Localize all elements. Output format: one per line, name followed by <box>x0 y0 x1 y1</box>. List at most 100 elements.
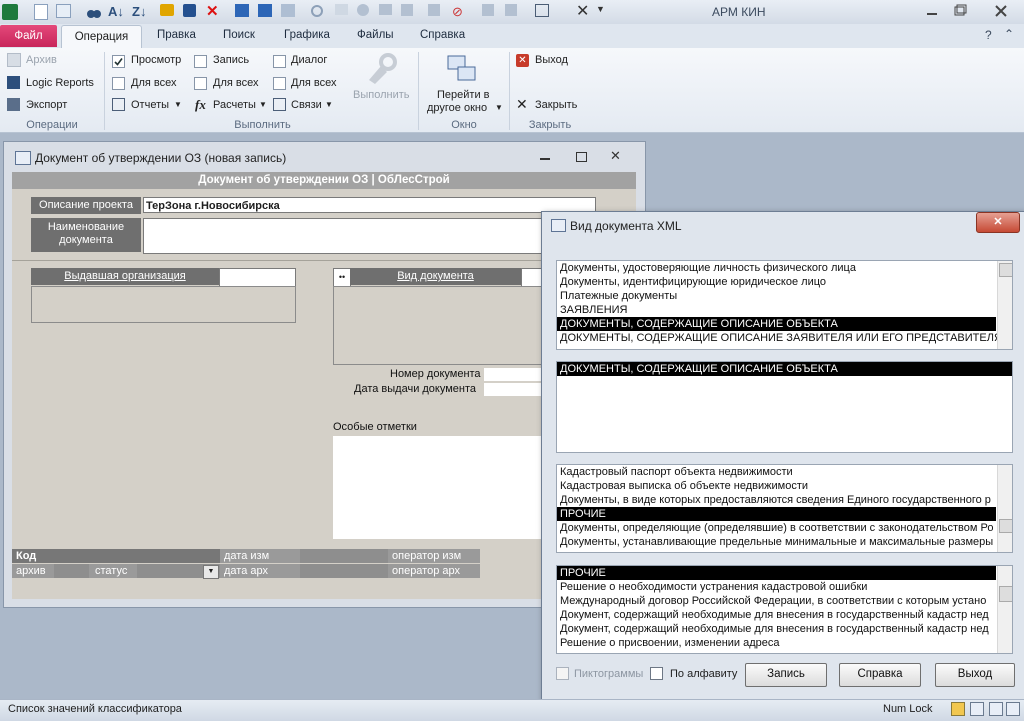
subtype-list-scrollbar[interactable] <box>997 566 1012 653</box>
datasheet-view-icon[interactable] <box>970 702 984 716</box>
list-item[interactable]: ДОКУМЕНТЫ, СОДЕРЖАЩИЕ ОПИСАНИЕ ОБЪЕКТА <box>557 362 1012 376</box>
tab-operation[interactable]: Операция <box>61 25 142 49</box>
list-item[interactable]: Решение о необходимости устранения кадас… <box>557 580 996 594</box>
tab-graphics[interactable]: Графика <box>284 29 330 41</box>
restore-button[interactable] <box>946 2 974 20</box>
xml-icon[interactable] <box>335 4 348 15</box>
save-icon[interactable] <box>183 4 196 17</box>
list-item[interactable]: Документ, содержащий необходимые для вне… <box>557 622 996 636</box>
doc-type-list-scrollbar[interactable] <box>997 465 1012 552</box>
issuer-label[interactable]: Выдавшая организация <box>31 268 219 285</box>
help-circle-icon[interactable]: ? <box>985 28 992 42</box>
delete-icon[interactable]: ✕ <box>206 4 222 20</box>
upload-icon[interactable] <box>258 4 272 17</box>
all-checkbox-2[interactable] <box>194 77 207 90</box>
settings-icon[interactable] <box>482 4 494 16</box>
save-button[interactable]: Запись <box>745 663 827 687</box>
design-view-icon[interactable] <box>1006 702 1020 716</box>
list-item[interactable]: Документы, устанавливающие предельные ми… <box>557 535 996 549</box>
list-item[interactable]: Документы, определяющие (определявшие) в… <box>557 521 996 535</box>
folder-icon[interactable] <box>160 4 174 16</box>
doc-type-label[interactable]: Вид документа <box>350 268 521 285</box>
doc-number-field[interactable] <box>484 368 543 381</box>
go-icon[interactable] <box>235 4 249 17</box>
no-icon[interactable]: ⊘ <box>452 4 468 20</box>
logic-reports-button[interactable]: Logic Reports <box>26 77 94 89</box>
archive-button[interactable]: Архив <box>26 54 57 66</box>
pictograms-checkbox[interactable] <box>556 667 569 680</box>
goto-window-button[interactable]: другое окно <box>427 102 487 114</box>
tools-icon[interactable] <box>428 4 440 16</box>
tab-search[interactable]: Поиск <box>223 29 255 41</box>
list-item[interactable]: Документы, в виде которых предоставляютс… <box>557 493 996 507</box>
list-item[interactable]: ДОКУМЕНТЫ, СОДЕРЖАЩИЕ ОПИСАНИЕ ОБЪЕКТА <box>557 317 996 331</box>
issuer-field[interactable] <box>31 286 296 323</box>
export-button[interactable]: Экспорт <box>26 99 67 111</box>
new-doc-icon[interactable] <box>34 4 48 20</box>
database-icon[interactable] <box>505 4 517 16</box>
minimize-button[interactable] <box>918 2 946 20</box>
execute-button[interactable]: Выполнить <box>353 89 409 101</box>
doc-minimize-icon[interactable] <box>540 158 550 160</box>
list-item[interactable]: Платежные документы <box>557 289 996 303</box>
camera-icon[interactable] <box>379 4 392 15</box>
list-item[interactable]: Кадастровый паспорт объекта недвижимости <box>557 465 996 479</box>
doc-name-field[interactable] <box>143 218 545 254</box>
window-icon[interactable] <box>535 4 549 17</box>
record-checkbox[interactable] <box>194 55 207 68</box>
alphabet-checkbox[interactable] <box>650 667 663 680</box>
layers-icon[interactable] <box>401 4 413 16</box>
all-checkbox-1[interactable] <box>112 77 125 90</box>
doc-type-lookup-icon[interactable]: •• <box>333 268 351 287</box>
globe-icon[interactable] <box>357 4 369 16</box>
doc-type-list[interactable]: Кадастровый паспорт объекта недвижимости… <box>556 464 1013 553</box>
chevron-down-icon[interactable]: ▼ <box>596 4 612 20</box>
list-item[interactable]: Решение о присвоении, изменении адреса <box>557 636 996 650</box>
project-field[interactable]: ТерЗона г.Новосибирска <box>143 197 596 213</box>
date-archived-field[interactable] <box>300 564 388 578</box>
goto-window-line1[interactable]: Перейти в <box>437 89 490 101</box>
xml-dialog-close-button[interactable]: ✕ <box>976 212 1020 233</box>
list-item[interactable]: Документы, идентифицирующие юридическое … <box>557 275 996 289</box>
list-item[interactable]: Документ, содержащий необходимые для вне… <box>557 608 996 622</box>
close-x-icon[interactable]: ✕ <box>576 4 592 20</box>
list-item[interactable]: ДОКУМЕНТЫ, СОДЕРЖАЩИЕ ОПИСАНИЕ ЗАЯВИТЕЛЯ… <box>557 331 1002 345</box>
reports-dropdown[interactable]: Отчеты <box>131 99 169 111</box>
date-changed-field[interactable] <box>300 549 388 563</box>
table-icon[interactable] <box>56 4 71 18</box>
links-dropdown[interactable]: Связи <box>291 99 322 111</box>
selected-category-list[interactable]: ДОКУМЕНТЫ, СОДЕРЖАЩИЕ ОПИСАНИЕ ОБЪЕКТА <box>556 361 1013 453</box>
doc-type-field[interactable] <box>333 286 545 365</box>
doc-restore-icon[interactable] <box>576 152 587 162</box>
calculations-dropdown[interactable]: Расчеты <box>213 99 256 111</box>
status-dropdown-icon[interactable]: ▼ <box>203 565 219 579</box>
list-item[interactable]: ЗАЯВЛЕНИЯ <box>557 303 996 317</box>
download-icon[interactable] <box>281 4 295 17</box>
category-list-scrollbar[interactable] <box>997 261 1012 349</box>
issue-date-field[interactable] <box>484 383 543 396</box>
layout-view-icon[interactable] <box>989 702 1003 716</box>
binoculars-icon[interactable] <box>86 4 102 20</box>
dialog-checkbox[interactable] <box>273 55 286 68</box>
close-ribbon-button[interactable]: Закрыть <box>535 99 577 111</box>
sort-za-icon[interactable]: Z↓ <box>132 4 148 20</box>
list-item[interactable]: ПРОЧИЕ <box>557 507 996 521</box>
archive-field[interactable] <box>54 564 89 578</box>
subtype-list[interactable]: ПРОЧИЕ Решение о необходимости устранения… <box>556 565 1013 654</box>
category-list[interactable]: Документы, удостоверяющие личность физич… <box>556 260 1013 350</box>
zoom-icon[interactable] <box>310 4 326 20</box>
tab-edit[interactable]: Правка <box>157 29 196 41</box>
view-checkbox[interactable] <box>112 55 125 68</box>
notes-field[interactable] <box>333 436 543 539</box>
form-view-icon[interactable] <box>951 702 965 716</box>
chevron-up-icon[interactable]: ⌃ <box>1004 27 1014 41</box>
help-button[interactable]: Справка <box>839 663 921 687</box>
tab-files[interactable]: Файлы <box>357 29 394 41</box>
tab-help[interactable]: Справка <box>420 29 465 41</box>
tab-file[interactable]: Файл <box>0 25 57 47</box>
issuer-code-field[interactable] <box>219 268 296 287</box>
all-checkbox-3[interactable] <box>273 77 286 90</box>
list-item[interactable]: ПРОЧИЕ <box>557 566 996 580</box>
sort-az-icon[interactable]: A↓ <box>108 4 124 20</box>
list-item[interactable]: Документы, удостоверяющие личность физич… <box>557 261 996 275</box>
